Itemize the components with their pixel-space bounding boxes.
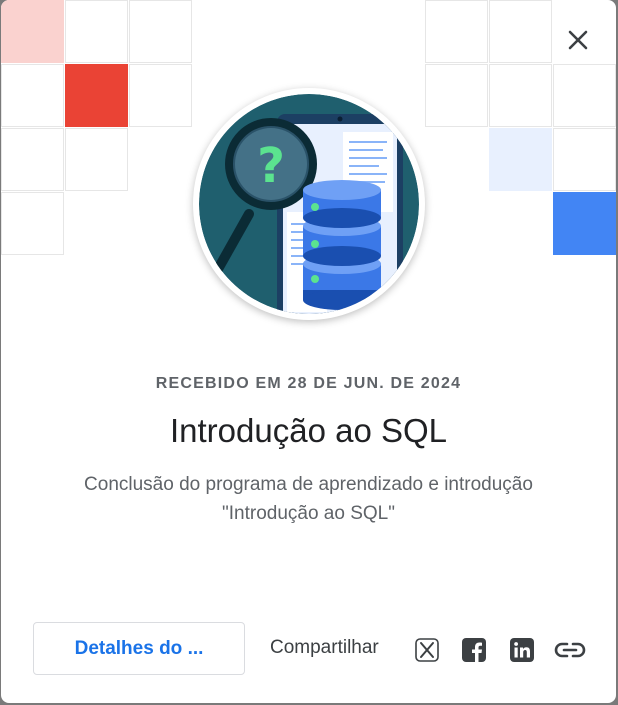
share-facebook-button[interactable]: [461, 637, 487, 663]
share-label: Compartilhar: [270, 637, 379, 658]
badge-image: ?: [193, 88, 425, 320]
svg-text:?: ?: [257, 138, 285, 194]
copy-link-button[interactable]: [553, 637, 587, 663]
sql-badge-illustration: ?: [199, 94, 419, 314]
linkedin-icon: [510, 638, 534, 662]
details-button[interactable]: Detalhes do ...: [33, 622, 245, 675]
share-x-button[interactable]: [414, 637, 440, 663]
received-date: RECEBIDO EM 28 DE JUN. DE 2024: [155, 375, 462, 392]
close-button[interactable]: [560, 22, 596, 58]
x-icon: [415, 638, 439, 662]
badge-title: Introdução ao SQL: [169, 412, 448, 449]
link-icon: [554, 642, 586, 658]
badge-dialog: ? RECEBIDO EM 28 DE JUN. DE 2024 Introdu…: [1, 0, 616, 703]
close-icon: [568, 30, 588, 50]
badge-description: Conclusão do programa de aprendizado e i…: [84, 474, 533, 524]
share-linkedin-button[interactable]: [509, 637, 535, 663]
facebook-icon: [462, 638, 486, 662]
